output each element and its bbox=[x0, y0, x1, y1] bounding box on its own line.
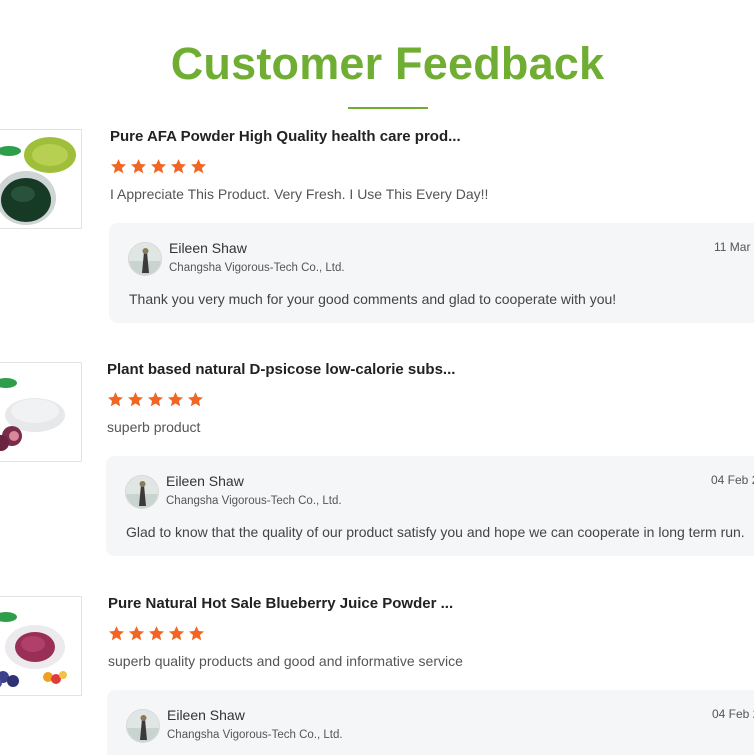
reply-company: Changsha Vigorous-Tech Co., Ltd. bbox=[169, 262, 345, 274]
star-icon bbox=[110, 159, 127, 174]
star-icon bbox=[128, 626, 145, 641]
reply-text: Glad to know that the quality of our pro… bbox=[126, 524, 745, 540]
reply-company: Changsha Vigorous-Tech Co., Ltd. bbox=[166, 495, 342, 507]
product-thumbnail[interactable] bbox=[0, 596, 82, 696]
star-icon bbox=[148, 626, 165, 641]
star-icon bbox=[190, 159, 207, 174]
reply-date: 11 Mar 2 bbox=[714, 240, 754, 254]
avatar-image bbox=[127, 710, 159, 742]
star-icon bbox=[168, 626, 185, 641]
star-icon bbox=[150, 159, 167, 174]
review-comment: superb product bbox=[107, 419, 201, 435]
product-title-link[interactable]: Pure Natural Hot Sale Blueberry Juice Po… bbox=[108, 595, 453, 612]
star-icon bbox=[108, 626, 125, 641]
product-title-link[interactable]: Plant based natural D-psicose low-calori… bbox=[107, 361, 455, 378]
avatar bbox=[126, 709, 160, 743]
page-title: Customer Feedback bbox=[170, 38, 605, 89]
psicose-image bbox=[0, 363, 81, 461]
star-icon bbox=[188, 626, 205, 641]
reply-author-name: Eileen Shaw bbox=[169, 240, 247, 256]
star-icon bbox=[187, 392, 204, 407]
star-icon bbox=[127, 392, 144, 407]
reply-date: 04 Feb 2 bbox=[711, 473, 754, 487]
star-icon bbox=[147, 392, 164, 407]
seller-reply: Eileen Shaw Changsha Vigorous-Tech Co., … bbox=[109, 223, 754, 323]
star-rating bbox=[107, 391, 204, 408]
blueberry-powder-image bbox=[0, 597, 81, 695]
review-comment: superb quality products and good and inf… bbox=[108, 653, 463, 669]
star-icon bbox=[130, 159, 147, 174]
afa-powder-image bbox=[0, 130, 81, 228]
product-title-link[interactable]: Pure AFA Powder High Quality health care… bbox=[110, 128, 461, 145]
avatar-image bbox=[126, 476, 158, 508]
star-rating bbox=[110, 158, 207, 175]
product-thumbnail[interactable] bbox=[0, 362, 82, 462]
seller-reply: Eileen Shaw Changsha Vigorous-Tech Co., … bbox=[106, 456, 754, 556]
reply-author-name: Eileen Shaw bbox=[167, 707, 245, 723]
avatar bbox=[125, 475, 159, 509]
seller-reply: Eileen Shaw Changsha Vigorous-Tech Co., … bbox=[107, 690, 754, 755]
reply-date: 04 Feb 2 bbox=[712, 707, 754, 721]
reply-text: Thank you very much for your good commen… bbox=[129, 291, 617, 307]
star-icon bbox=[167, 392, 184, 407]
avatar-image bbox=[129, 243, 161, 275]
reply-company: Changsha Vigorous-Tech Co., Ltd. bbox=[167, 729, 343, 741]
customer-feedback-section: Customer Feedback Pure AFA Powder High Q… bbox=[0, 0, 754, 755]
product-thumbnail[interactable] bbox=[0, 129, 82, 229]
star-rating bbox=[108, 625, 205, 642]
star-icon bbox=[170, 159, 187, 174]
avatar bbox=[128, 242, 162, 276]
reply-author-name: Eileen Shaw bbox=[166, 473, 244, 489]
review-comment: I Appreciate This Product. Very Fresh. I… bbox=[110, 186, 489, 202]
star-icon bbox=[107, 392, 124, 407]
title-underline bbox=[348, 107, 428, 109]
